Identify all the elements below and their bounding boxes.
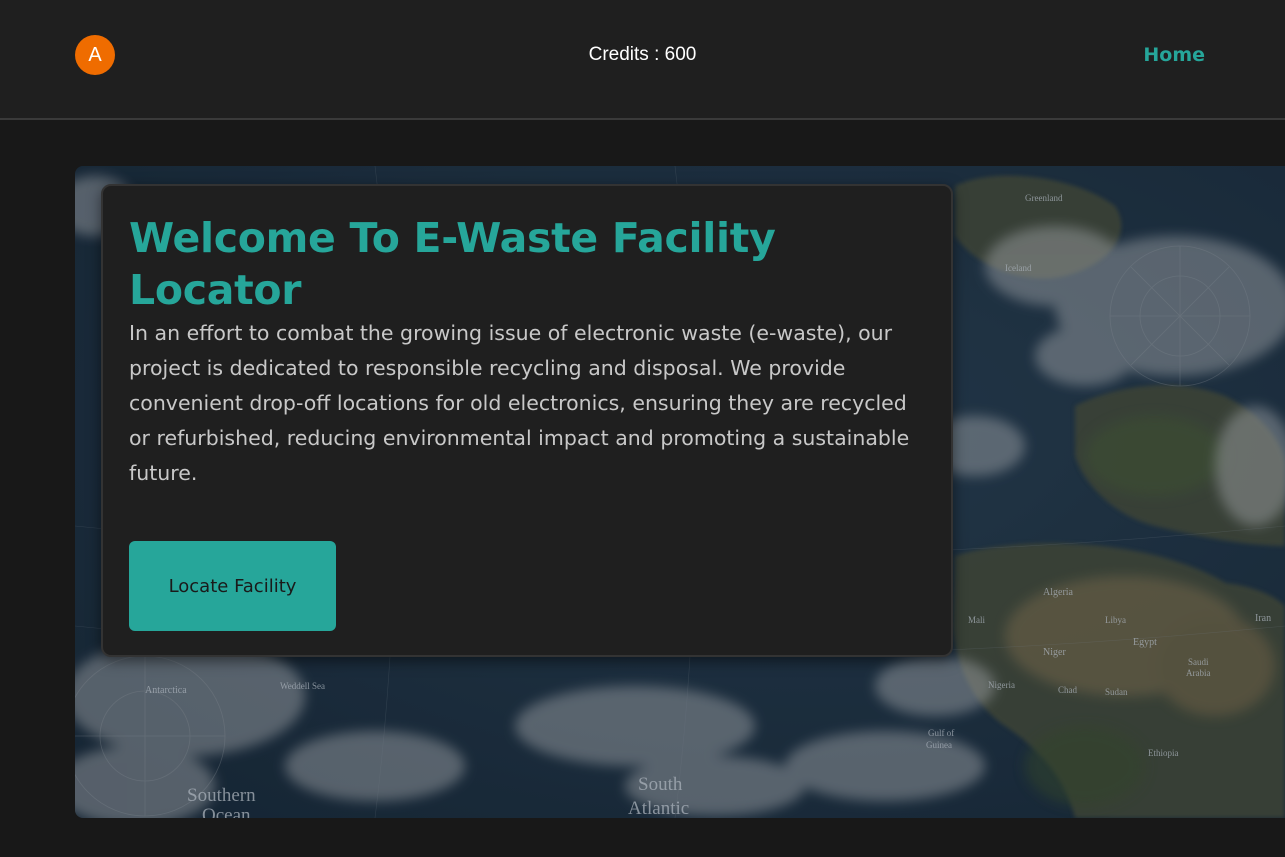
welcome-card: Welcome To E-Waste Facility Locator In a… <box>101 184 953 657</box>
credits-counter: Credits : 600 <box>588 44 697 65</box>
map-label-egypt: Egypt <box>1133 637 1157 648</box>
locate-facility-button[interactable]: Locate Facility <box>129 541 336 631</box>
map-label-sudan: Sudan <box>1105 687 1128 697</box>
map-label-nigeria: Nigeria <box>988 680 1015 690</box>
map-label-southern-ocean-2: Ocean <box>202 805 251 818</box>
top-navbar: A Credits : 600 Home <box>0 0 1285 120</box>
user-avatar[interactable]: A <box>75 35 115 75</box>
map-label-saudi-1: Saudi <box>1188 657 1209 667</box>
map-label-gulf-guinea-2: Guinea <box>926 740 952 750</box>
map-label-weddell-sea: Weddell Sea <box>280 681 325 691</box>
map-label-iran: Iran <box>1255 613 1271 624</box>
map-label-ethiopia: Ethiopia <box>1148 748 1179 758</box>
map-label-antarctica: Antarctica <box>145 685 187 696</box>
welcome-description: In an effort to combat the growing issue… <box>129 321 910 485</box>
map-label-gulf-guinea-1: Gulf of <box>928 728 954 738</box>
map-label-south-atlantic-2: Atlantic <box>628 798 689 818</box>
map-label-south-atlantic-1: South <box>638 774 683 795</box>
map-label-southern-ocean-1: Southern <box>187 785 256 806</box>
map-label-greenland: Greenland <box>1025 193 1063 203</box>
map-label-chad: Chad <box>1058 685 1077 695</box>
welcome-title: Welcome To E-Waste Facility Locator <box>129 214 776 314</box>
nav-home-link[interactable]: Home <box>1143 42 1205 68</box>
map-label-libya: Libya <box>1105 615 1126 625</box>
map-label-algeria: Algeria <box>1043 587 1074 598</box>
map-label-niger: Niger <box>1043 647 1066 658</box>
map-label-saudi-2: Arabia <box>1186 668 1211 678</box>
map-label-mali: Mali <box>968 615 985 625</box>
map-label-iceland: Iceland <box>1005 263 1032 273</box>
